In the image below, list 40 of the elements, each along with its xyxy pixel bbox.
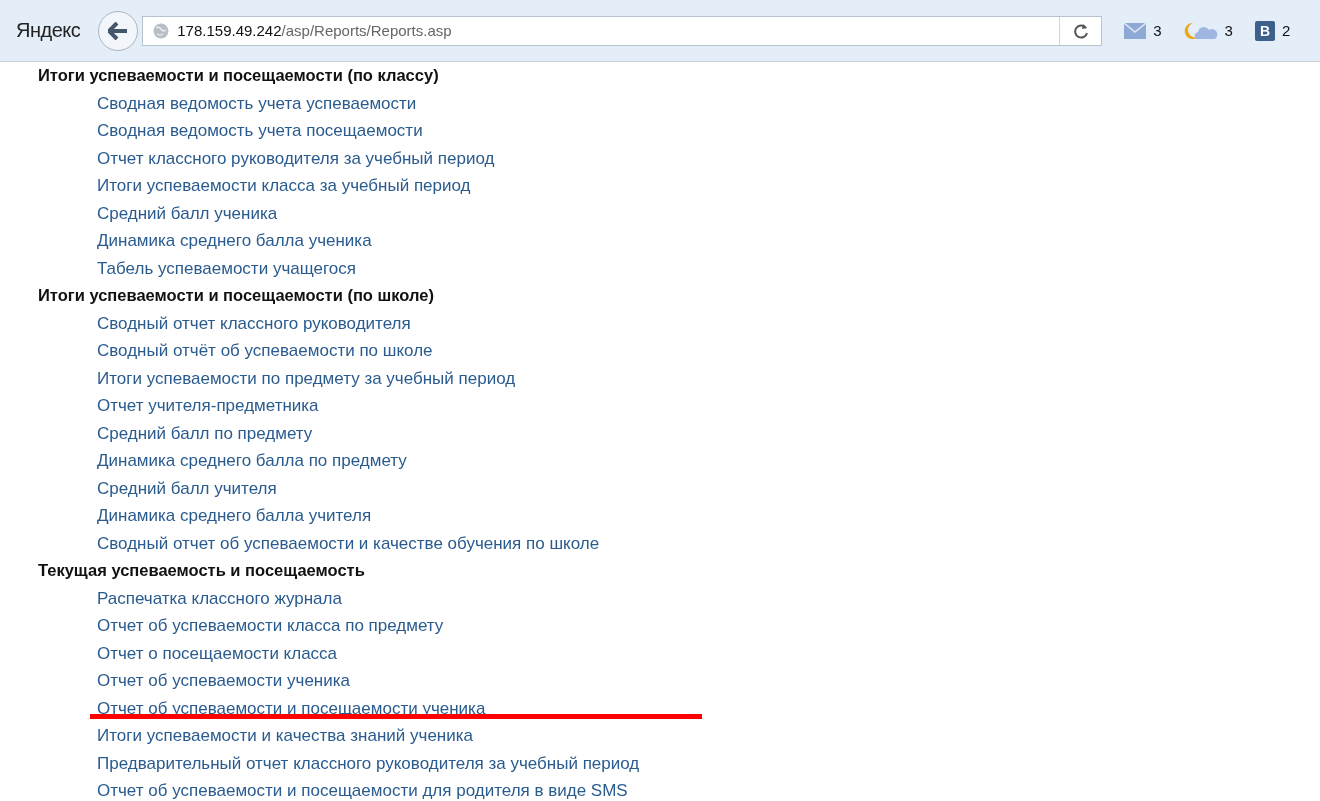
report-link[interactable]: Итоги успеваемости класса за учебный период	[97, 176, 471, 195]
report-link[interactable]: Сводный отчет классного руководителя	[97, 313, 411, 333]
counter: 2	[1281, 22, 1291, 39]
moon-cloud-icon	[1183, 21, 1218, 40]
report-link[interactable]: Сводный отчёт об успеваемости по школе	[97, 341, 433, 360]
report-link[interactable]: Отчет классного руководителя за учебный период	[97, 148, 495, 168]
report-link[interactable]: Итоги успеваемости и качества знаний ученика	[97, 726, 473, 745]
report-link[interactable]: Динамика среднего балла по предмету	[97, 451, 407, 470]
report-link[interactable]: Табель успеваемости учащегося	[97, 258, 356, 278]
counter: 3	[1224, 22, 1233, 39]
report-link[interactable]: Отчет учителя-предметника	[97, 396, 319, 415]
report-link[interactable]: Динамика среднего балла учителя	[97, 506, 372, 525]
back-arrow-icon	[108, 21, 129, 40]
browser-logo: Яндекс	[16, 19, 81, 42]
reload-icon	[1072, 22, 1089, 39]
report-link[interactable]: Отчет об успеваемости и посещаемости для родителя в виде SMS	[97, 781, 628, 800]
report-link[interactable]: Итоги успеваемости по предмету за учебный период	[97, 368, 516, 388]
report-link[interactable]: Отчет об успеваемости и посещаемости ученика	[97, 698, 486, 718]
report-link[interactable]: Предварительный отчет классного руководителя за учебный период	[97, 753, 640, 773]
report-link[interactable]: Средний балл учителя	[97, 478, 277, 498]
report-link[interactable]: Средний балл ученика	[97, 203, 278, 223]
report-link[interactable]: Сводный отчет об успеваемости и качестве обучения по школе	[97, 533, 600, 553]
url-text: 178.159.49.242/asp/Reports/Reports.asp	[177, 22, 453, 39]
section-title: Итоги успеваемости и посещаемости (по классу)	[38, 65, 440, 86]
report-link[interactable]: Сводная ведомость учета посещаемости	[97, 121, 423, 140]
report-link[interactable]: Отчет о посещаемости класса	[97, 643, 338, 663]
mail-icon	[1124, 22, 1147, 39]
section-title: Итоги успеваемости и посещаемости (по школе)	[38, 285, 435, 306]
section-title: Текущая успеваемость и посещаемость	[38, 560, 366, 581]
report-link[interactable]: Отчет об успеваемости ученика	[97, 671, 350, 690]
report-link[interactable]: Динамика среднего балла ученика	[97, 231, 372, 250]
vk-icon[interactable]: B	[1254, 20, 1275, 41]
address-bar[interactable]: 178.159.49.242/asp/Reports/Reports.asp	[142, 15, 1103, 46]
globe-icon	[153, 22, 170, 39]
report-link[interactable]: Средний балл по предмету	[97, 423, 313, 443]
report-link[interactable]: Распечатка классного журнала	[97, 588, 342, 608]
back-button[interactable]	[98, 10, 139, 51]
counter: 3	[1153, 22, 1162, 39]
report-link[interactable]: Сводная ведомость учета успеваемости	[97, 93, 417, 113]
report-link[interactable]: Отчет об успеваемости класса по предмету	[97, 616, 444, 635]
